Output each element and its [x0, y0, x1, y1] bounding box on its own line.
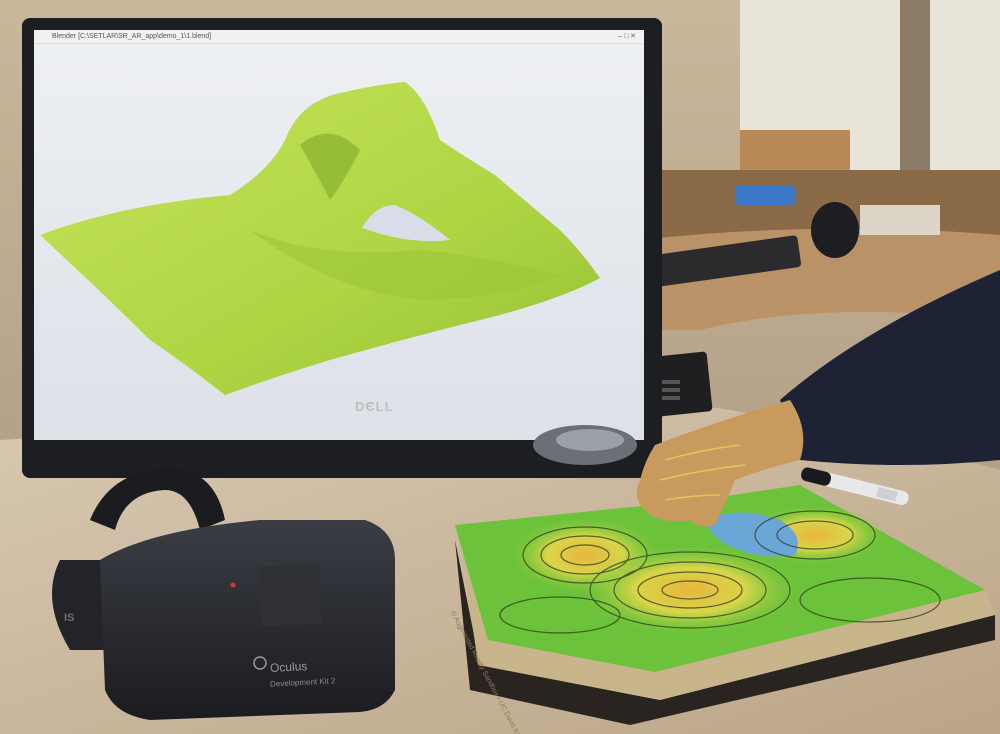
monitor-brand-logo: DЄLL [355, 399, 394, 414]
back-box [740, 130, 850, 170]
window-title: Blender [C:\SETLAR\SR_AR_app\demo_1\1.bl… [52, 33, 212, 40]
vr-front-panel [258, 563, 322, 627]
vr-led [230, 582, 236, 588]
book-stack [860, 205, 940, 235]
scene-illustration [0, 0, 1000, 734]
mouse-top [556, 429, 624, 451]
headset-brand: Oculus [269, 659, 308, 675]
window-title-bar: Blender [C:\SETLAR\SR_AR_app\demo_1\1.bl… [34, 30, 644, 44]
blue-device [735, 185, 795, 205]
headset-side-mark: IS [64, 612, 75, 624]
window-controls[interactable]: – □ ✕ [618, 30, 636, 43]
door-frame [900, 0, 930, 190]
photo-scene: Blender [C:\SETLAR\SR_AR_app\demo_1\1.bl… [0, 0, 1000, 734]
vr-headset-body [100, 520, 395, 720]
hill-center [580, 545, 800, 635]
mug [811, 202, 859, 258]
